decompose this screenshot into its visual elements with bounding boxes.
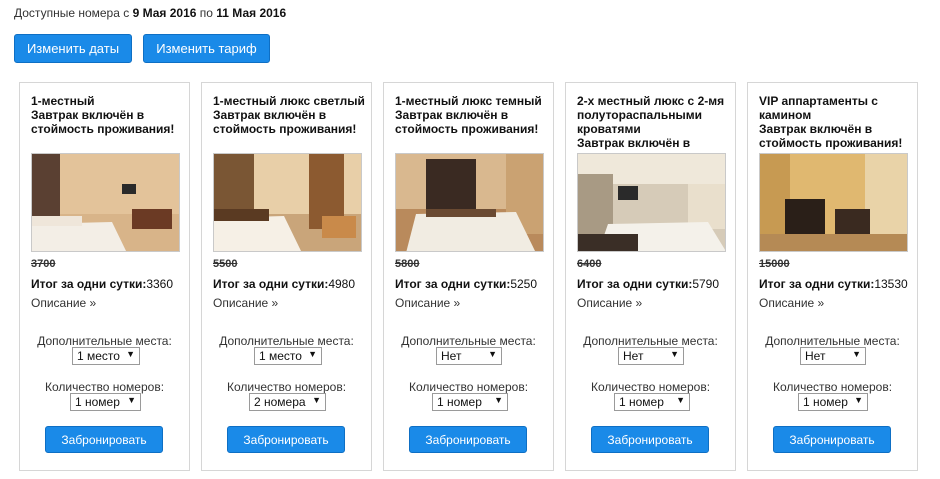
room-count-value: 2 номера [254, 395, 306, 409]
extra-places-value: 1 место [259, 349, 302, 363]
dates-middle: по [196, 6, 217, 20]
total-value: 4980 [328, 277, 356, 291]
dropdown-arrow-icon: ▼ [488, 349, 497, 359]
total-value: 3360 [146, 277, 174, 291]
room-count-label: Количество номеров: [590, 380, 711, 394]
extra-places-value: Нет [441, 349, 462, 363]
room-card: 1-местный люкс светлый Завтрак включён в… [201, 82, 372, 471]
total-value: 5790 [692, 277, 720, 291]
extra-places-label: Дополнительные места: [219, 334, 354, 348]
room-count-value: 1 номер [75, 395, 120, 409]
total-price: Итог за одни сутки:5790 [577, 277, 719, 291]
total-price: Итог за одни сутки:3360 [31, 277, 173, 291]
room-photo [213, 153, 362, 252]
change-tariff-button[interactable]: Изменить тариф [143, 34, 270, 63]
room-count-value: 1 номер [619, 395, 664, 409]
room-title: 1-местный Завтрак включён в стоймость пр… [31, 94, 175, 136]
description-link[interactable]: Описание » [31, 296, 96, 310]
dropdown-arrow-icon: ▼ [854, 395, 863, 405]
room-count-select[interactable]: 1 номер ▼ [614, 393, 690, 411]
extra-places-label: Дополнительные места: [401, 334, 536, 348]
room-title: 1-местный люкс темный Завтрак включён в … [395, 94, 542, 136]
total-label: Итог за одни сутки: [31, 277, 147, 291]
total-label: Итог за одни сутки: [577, 277, 693, 291]
book-button[interactable]: Забронировать [591, 426, 709, 453]
available-dates-text: Доступные номера с 9 Мая 2016 по 11 Мая … [14, 6, 286, 20]
extra-places-value: Нет [805, 349, 826, 363]
room-count-label: Количество номеров: [408, 380, 529, 394]
room-title: VIP аппартаменты с камином Завтрак включ… [759, 94, 903, 150]
room-count-label: Количество номеров: [772, 380, 893, 394]
dropdown-arrow-icon: ▼ [127, 395, 136, 405]
total-value: 13530 [874, 277, 908, 291]
dropdown-arrow-icon: ▼ [126, 349, 135, 359]
total-value: 5250 [510, 277, 538, 291]
dropdown-arrow-icon: ▼ [676, 395, 685, 405]
old-price: 15000 [759, 258, 790, 270]
room-count-select[interactable]: 1 номер ▼ [432, 393, 508, 411]
description-link[interactable]: Описание » [213, 296, 278, 310]
total-price: Итог за одни сутки:5250 [395, 277, 537, 291]
date-to: 11 Мая 2016 [216, 6, 287, 20]
change-dates-button[interactable]: Изменить даты [14, 34, 132, 63]
book-button[interactable]: Забронировать [45, 426, 163, 453]
dropdown-arrow-icon: ▼ [670, 349, 679, 359]
room-photo [759, 153, 908, 252]
old-price: 5500 [213, 258, 238, 270]
dropdown-arrow-icon: ▼ [312, 395, 321, 405]
book-button[interactable]: Забронировать [409, 426, 527, 453]
old-price: 6400 [577, 258, 602, 270]
dropdown-arrow-icon: ▼ [494, 395, 503, 405]
room-card: 1-местный люкс темный Завтрак включён в … [383, 82, 554, 471]
dates-prefix: Доступные номера с [14, 6, 133, 20]
room-count-value: 1 номер [803, 395, 848, 409]
room-card: 1-местный Завтрак включён в стоймость пр… [19, 82, 190, 471]
extra-places-select[interactable]: 1 место ▼ [254, 347, 322, 365]
description-link[interactable]: Описание » [577, 296, 642, 310]
description-link[interactable]: Описание » [395, 296, 460, 310]
book-button[interactable]: Забронировать [227, 426, 345, 453]
extra-places-label: Дополнительные места: [37, 334, 172, 348]
room-count-select[interactable]: 1 номер ▼ [798, 393, 868, 411]
extra-places-label: Дополнительные места: [765, 334, 900, 348]
date-from: 9 Мая 2016 [132, 6, 197, 20]
room-photo [577, 153, 726, 252]
description-link[interactable]: Описание » [759, 296, 824, 310]
extra-places-label: Дополнительные места: [583, 334, 718, 348]
extra-places-select[interactable]: 1 место ▼ [72, 347, 140, 365]
total-label: Итог за одни сутки: [759, 277, 875, 291]
extra-places-select[interactable]: Нет ▼ [436, 347, 502, 365]
dropdown-arrow-icon: ▼ [852, 349, 861, 359]
room-title: 1-местный люкс светлый Завтрак включён в… [213, 94, 365, 136]
room-photo [31, 153, 180, 252]
total-price: Итог за одни сутки:13530 [759, 277, 908, 291]
book-button[interactable]: Забронировать [773, 426, 891, 453]
room-card: 2-х местный люкс с 2-мя полуторaспальным… [565, 82, 736, 471]
total-label: Итог за одни сутки: [395, 277, 511, 291]
old-price: 3700 [31, 258, 56, 270]
room-photo [395, 153, 544, 252]
extra-places-value: 1 место [77, 349, 120, 363]
room-count-label: Количество номеров: [226, 380, 347, 394]
extra-places-select[interactable]: Нет ▼ [618, 347, 684, 365]
room-count-select[interactable]: 2 номера ▼ [249, 393, 326, 411]
extra-places-value: Нет [623, 349, 644, 363]
dropdown-arrow-icon: ▼ [308, 349, 317, 359]
old-price: 5800 [395, 258, 420, 270]
extra-places-select[interactable]: Нет ▼ [800, 347, 866, 365]
room-count-label: Количество номеров: [44, 380, 165, 394]
room-count-value: 1 номер [437, 395, 482, 409]
room-card: VIP аппартаменты с камином Завтрак включ… [747, 82, 918, 471]
total-label: Итог за одни сутки: [213, 277, 329, 291]
room-title: 2-х местный люкс с 2-мя полуторaспальным… [577, 94, 725, 150]
total-price: Итог за одни сутки:4980 [213, 277, 355, 291]
room-count-select[interactable]: 1 номер ▼ [70, 393, 141, 411]
